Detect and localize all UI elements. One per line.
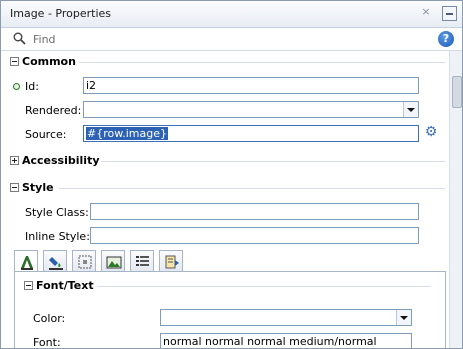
scrollbar-thumb[interactable] xyxy=(452,76,462,108)
box-tab-icon xyxy=(78,255,92,269)
section-style-header[interactable]: Style xyxy=(1,179,449,197)
section-accessibility-title: Accessibility xyxy=(22,154,100,167)
window-title: Image - Properties xyxy=(10,7,112,20)
section-accessibility-header[interactable]: Accessibility xyxy=(1,152,449,170)
rendered-dropdown[interactable] xyxy=(83,101,419,118)
misc-tab-icon xyxy=(165,255,179,269)
minimize-icon[interactable] xyxy=(442,6,457,21)
expand-icon[interactable] xyxy=(10,156,19,165)
list-tab-icon xyxy=(136,256,149,266)
id-label: Id: xyxy=(25,80,39,93)
id-field[interactable]: i2 xyxy=(83,77,419,94)
source-label: Source: xyxy=(25,128,67,141)
close-icon[interactable]: × xyxy=(420,6,432,18)
tab-image[interactable] xyxy=(101,250,125,271)
help-icon[interactable]: ? xyxy=(438,31,454,47)
tab-misc[interactable] xyxy=(159,250,183,271)
vertical-scrollbar[interactable] xyxy=(449,51,462,348)
gear-icon[interactable]: ⚙ xyxy=(424,125,438,139)
image-tab-icon xyxy=(106,256,122,269)
required-indicator-icon xyxy=(13,83,20,90)
color-label: Color: xyxy=(33,312,66,325)
divider xyxy=(97,286,431,287)
font-field[interactable]: normal normal normal medium/normal xyxy=(160,333,412,348)
chevron-down-icon[interactable] xyxy=(403,102,418,117)
divider xyxy=(59,188,445,189)
section-font-text-title: Font/Text xyxy=(36,279,94,292)
section-style-title: Style xyxy=(22,181,54,194)
divider xyxy=(101,161,445,162)
font-label: Font: xyxy=(33,336,61,348)
tab-list[interactable] xyxy=(130,250,154,271)
search-icon xyxy=(13,32,26,45)
tab-background[interactable] xyxy=(43,250,67,271)
section-font-text-header[interactable]: Font/Text xyxy=(15,277,445,295)
inline-style-field[interactable] xyxy=(90,227,419,244)
chevron-down-icon[interactable] xyxy=(396,310,411,325)
background-tab-icon xyxy=(49,257,63,270)
style-class-field[interactable] xyxy=(90,203,419,220)
section-common-title: Common xyxy=(22,55,76,68)
style-class-label: Style Class: xyxy=(25,206,89,219)
title-bar: Image - Properties × xyxy=(1,1,462,28)
search-bar: ? xyxy=(1,28,462,51)
rendered-label: Rendered: xyxy=(25,104,82,117)
search-input[interactable] xyxy=(29,30,417,48)
collapse-icon[interactable] xyxy=(10,183,19,192)
source-field[interactable]: #{row.image} xyxy=(83,125,419,142)
font-text-tab-icon xyxy=(21,256,33,270)
font-text-panel: Font/Text Color: Font: normal normal nor… xyxy=(14,271,446,348)
tab-font-text[interactable] xyxy=(14,250,38,272)
properties-panel: Common Id: i2 Rendered: Source: #{row.im… xyxy=(1,51,449,348)
source-value: #{row.image} xyxy=(86,127,168,140)
inline-style-label: Inline Style: xyxy=(25,230,90,243)
section-common-header[interactable]: Common xyxy=(1,53,449,71)
collapse-icon[interactable] xyxy=(24,281,33,290)
tab-box[interactable] xyxy=(72,250,96,271)
color-dropdown[interactable] xyxy=(160,309,412,326)
collapse-icon[interactable] xyxy=(10,57,19,66)
divider xyxy=(79,62,445,63)
properties-window: Image - Properties × ? Common Id: i2 Ren… xyxy=(0,0,463,349)
